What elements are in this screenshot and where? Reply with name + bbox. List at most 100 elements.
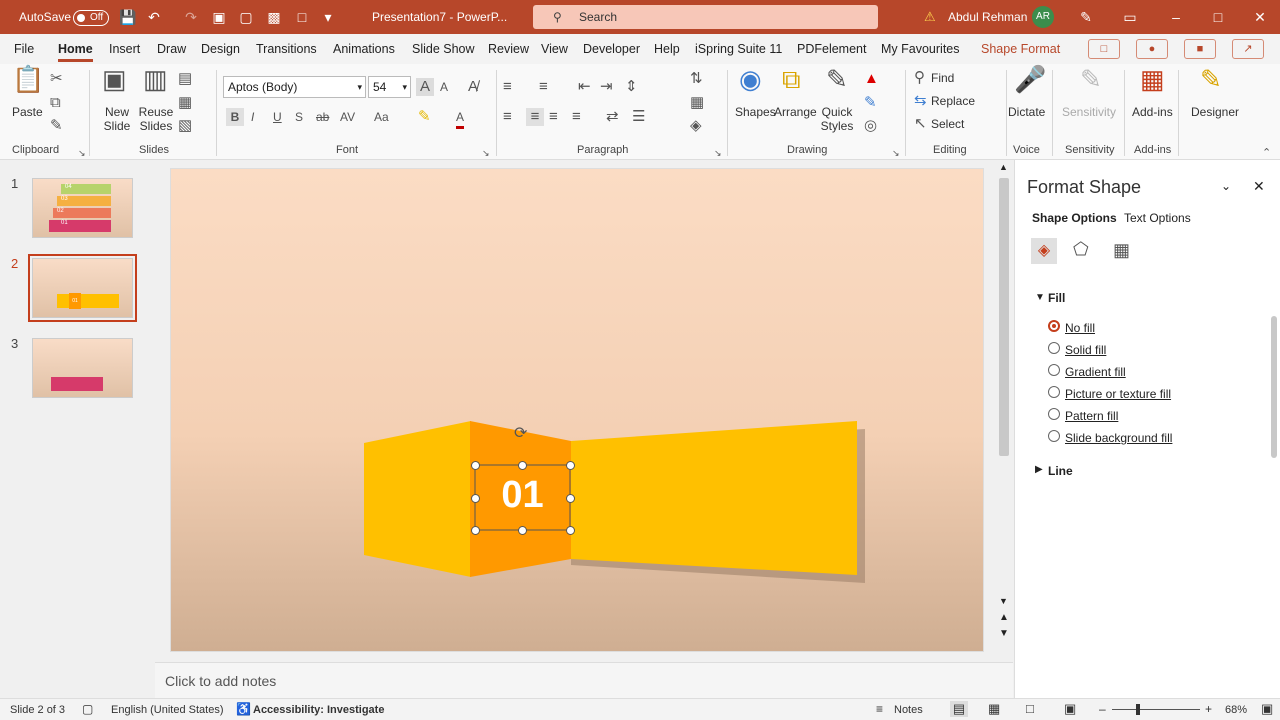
zoom-slider[interactable] [1112,709,1200,710]
accessibility-icon[interactable]: ♿ [236,702,251,716]
shape-effects-icon[interactable]: ◎ [864,117,877,135]
align-center-icon[interactable]: ≡ [526,108,544,126]
character-spacing-icon[interactable]: AV [340,108,355,126]
left-panel[interactable] [364,421,471,577]
decrease-font-icon[interactable]: A [440,78,448,96]
warning-icon[interactable]: ⚠ [924,9,936,25]
designer-icon[interactable]: ✎ [1200,66,1222,92]
size-properties-icon[interactable]: ▦ [1113,240,1130,261]
align-left-icon[interactable]: ≡ [503,108,512,126]
fill-collapse-icon[interactable]: ▼ [1035,292,1045,303]
user-name[interactable]: Abdul Rehman [948,10,1027,24]
autosave-toggle[interactable]: Off [73,10,109,26]
save-icon[interactable]: 💾 [119,9,136,25]
reuse-slides-icon[interactable]: ▥ [143,66,168,92]
reset-icon[interactable]: ▦ [178,94,192,112]
add-ins-icon[interactable]: ▦ [1140,66,1165,92]
resize-handle[interactable] [518,461,527,470]
radio-pattern-fill[interactable] [1048,408,1060,420]
effects-icon[interactable]: ⬠ [1073,239,1089,260]
fill-section-header[interactable]: Fill [1048,291,1065,305]
radio-solid-fill[interactable] [1048,342,1060,354]
radio-picture-fill[interactable] [1048,386,1060,398]
ribbon-display-icon[interactable]: ▭ [1122,9,1138,25]
minimize-icon[interactable]: – [1168,9,1184,25]
tab-insert[interactable]: Insert [109,42,140,56]
dictate-button[interactable]: Dictate [1008,105,1045,119]
new-slide-button[interactable]: New Slide [97,105,137,133]
avatar[interactable]: AR [1032,6,1054,28]
select-icon[interactable]: ↖ [914,115,927,133]
increase-indent-icon[interactable]: ⇥ [600,78,613,96]
pane-options-icon[interactable]: ⌄ [1221,179,1231,193]
resize-handle[interactable] [471,494,480,503]
tab-ispring[interactable]: iSpring Suite 11 [695,42,782,56]
notes-icon[interactable]: ≡ [876,702,883,716]
section-icon[interactable]: ▧ [178,117,192,135]
tab-view[interactable]: View [541,42,568,56]
notes-area[interactable]: Click to add notes [155,662,1013,698]
bullets-icon[interactable]: ≡ [503,78,512,96]
increase-font-icon[interactable]: A [416,78,434,96]
resize-handle[interactable] [471,526,480,535]
tab-review[interactable]: Review [488,42,529,56]
new-slide-icon[interactable]: ▢ [238,9,254,25]
resize-handle[interactable] [566,461,575,470]
clear-formatting-icon[interactable]: A̸ [468,78,478,96]
resize-handle[interactable] [518,526,527,535]
format-painter-icon[interactable]: ✎ [50,117,63,135]
add-ins-button[interactable]: Add-ins [1132,105,1173,119]
reuse-slides-button[interactable]: Reuse Slides [137,105,175,133]
tab-shape-format[interactable]: Shape Format [981,42,1060,56]
share-button[interactable]: ↗ [1232,39,1264,59]
scroll-thumb[interactable] [999,178,1009,456]
new-slide-icon[interactable]: ▣ [102,66,127,92]
cut-icon[interactable]: ✂ [50,70,63,88]
copy-icon[interactable]: ⧉ [50,94,61,112]
spelling-icon[interactable]: ▢ [82,702,93,716]
rotate-handle-icon[interactable]: ⟳ [514,423,527,443]
sort-icon[interactable]: ⇅ [690,70,703,88]
shape-outline-icon[interactable]: ✎ [864,94,877,112]
pane-scrollbar[interactable] [1271,316,1277,458]
tab-my-favourites[interactable]: My Favourites [881,42,960,56]
scroll-up-icon[interactable]: ▲ [999,162,1008,172]
font-launcher-icon[interactable]: ↘ [482,144,490,162]
tab-animations[interactable]: Animations [333,42,395,56]
close-icon[interactable]: ✕ [1252,9,1268,25]
line-section-header[interactable]: Line [1048,464,1073,478]
change-case-icon[interactable]: Aa [374,108,389,126]
zoom-in-icon[interactable]: + [1205,702,1212,716]
right-panel[interactable] [571,421,857,575]
radio-background-fill[interactable] [1048,430,1060,442]
tab-developer[interactable]: Developer [583,42,640,56]
shapes-button[interactable]: Shapes [735,105,776,119]
arrange-icon[interactable]: ⧉ [782,66,801,92]
font-size-dropdown[interactable]: 54 ▾ [368,76,411,98]
highlight-icon[interactable]: ✎ [418,108,431,126]
search-box[interactable]: ⚲ Search [533,5,878,29]
microphone-icon[interactable]: 🎤 [1014,66,1046,92]
align-right-icon[interactable]: ≡ [549,108,558,126]
bow-shape-graphic[interactable] [171,169,985,653]
tab-text-options[interactable]: Text Options [1124,211,1191,225]
pdf-icon[interactable]: □ [294,9,310,25]
slide-thumbnail-1[interactable]: 04 03 02 01 [32,178,133,238]
numbering-icon[interactable]: ≡ [539,78,548,96]
customize-qat-icon[interactable]: ▾ [320,9,336,25]
teams-button[interactable]: ■ [1184,39,1216,59]
reading-view-icon[interactable]: □ [1026,701,1034,716]
resize-handle[interactable] [566,494,575,503]
option-solid-fill[interactable]: Solid fill [1065,343,1106,357]
find-button[interactable]: Find [931,71,954,85]
zoom-out-icon[interactable]: – [1099,702,1106,716]
fit-to-window-icon[interactable]: ▣ [1261,701,1273,717]
slide-thumbnail-2[interactable]: 01 [28,254,137,322]
slide-thumbnail-3[interactable] [32,338,133,398]
tab-file[interactable]: File [14,42,34,56]
radio-gradient-fill[interactable] [1048,364,1060,376]
tab-transitions[interactable]: Transitions [256,42,317,56]
undo-icon[interactable]: ↶ [146,9,162,25]
option-gradient-fill[interactable]: Gradient fill [1065,365,1126,379]
replace-icon[interactable]: ⇆ [914,92,927,110]
